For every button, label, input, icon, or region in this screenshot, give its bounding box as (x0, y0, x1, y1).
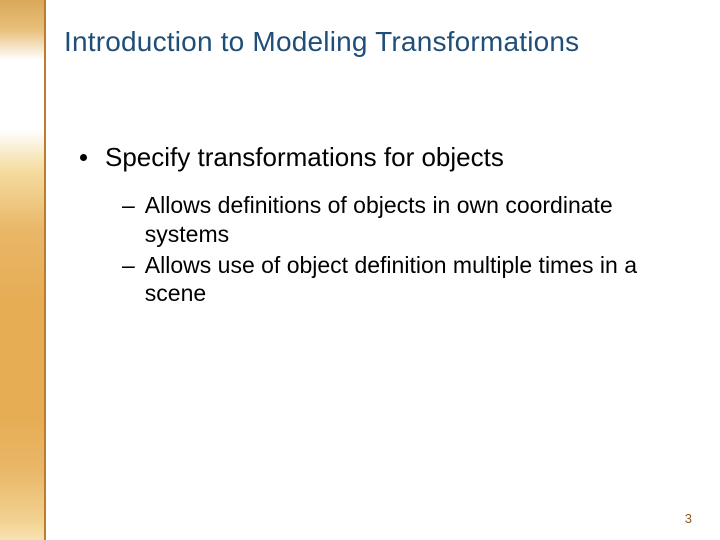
bullet-dot-icon (80, 154, 87, 161)
slide-title: Introduction to Modeling Transformations (64, 26, 690, 58)
bullet-level-2: – Allows definitions of objects in own c… (122, 191, 642, 249)
bullet-dash-icon: – (122, 191, 135, 220)
bullet-level-2-text: Allows use of object definition multiple… (145, 251, 642, 309)
slide-body: Introduction to Modeling Transformations… (0, 0, 720, 540)
bullet-level-2-text: Allows definitions of objects in own coo… (145, 191, 642, 249)
sub-bullet-list: – Allows definitions of objects in own c… (122, 191, 690, 308)
bullet-level-2: – Allows use of object definition multip… (122, 251, 642, 309)
bullet-level-1: Specify transformations for objects (80, 142, 690, 173)
bullet-level-1-text: Specify transformations for objects (105, 142, 504, 173)
bullet-dash-icon: – (122, 251, 135, 280)
page-number: 3 (685, 511, 692, 526)
